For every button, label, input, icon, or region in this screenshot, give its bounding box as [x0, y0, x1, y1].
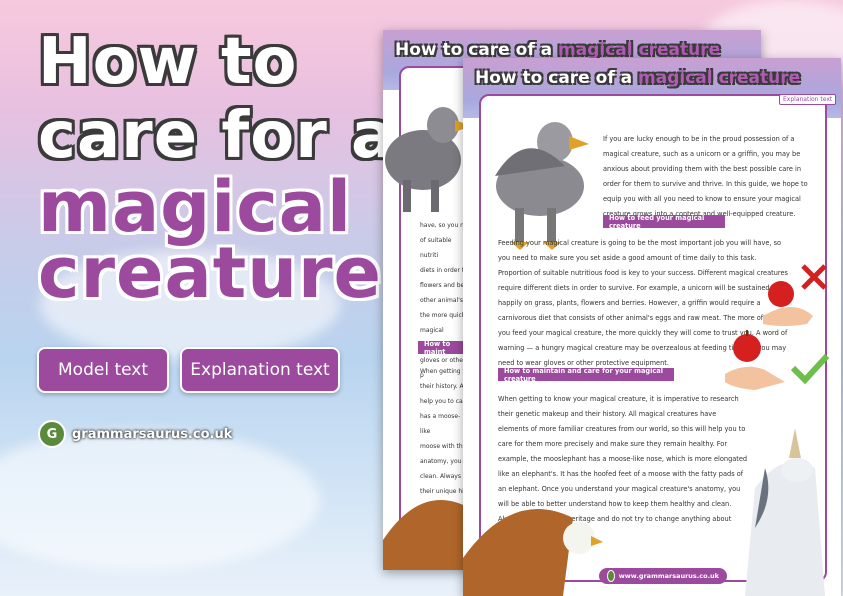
- apple-illustration: [725, 330, 785, 390]
- griffin-illustration: [495, 122, 589, 250]
- title-line-1: How to: [38, 25, 298, 99]
- grammarsaurus-site-text: grammarsaurus.co.uk: [72, 426, 233, 442]
- section-heading-maintain: How to maintain and care for your magica…: [498, 367, 674, 383]
- model-text-button[interactable]: Model text: [37, 347, 169, 393]
- intro-paragraph: If you are lucky enough to be in the pro…: [603, 135, 808, 218]
- unicorn-illustration: [745, 428, 825, 596]
- footer-url: www.grammarsaurus.co.uk: [618, 572, 719, 580]
- front-worksheet: How to care of a magical creature Explan…: [463, 58, 841, 596]
- griffin-illustration: [385, 107, 471, 212]
- front-worksheet-title-highlight: magical creature: [638, 68, 801, 88]
- cloud-decoration: [0, 430, 320, 570]
- front-worksheet-title: How to care of a magical creature: [475, 68, 800, 88]
- title-line-2: care for a: [38, 99, 396, 173]
- griffin-bottom-illustration: [463, 509, 603, 596]
- explanation-text-tag: Explanation text: [779, 94, 837, 105]
- back-worksheet-title-plain: How to care of a: [395, 40, 559, 60]
- grammarsaurus-mini-logo-icon: [607, 570, 615, 582]
- back-worksheet-title: How to care of a magical creature: [395, 40, 720, 60]
- grammarsaurus-logo-icon: G: [38, 420, 66, 448]
- section-heading-feed: How to feed your magical creature: [603, 214, 725, 230]
- grammarsaurus-logo[interactable]: G grammarsaurus.co.uk: [38, 420, 232, 448]
- explanation-text-button[interactable]: Explanation text: [180, 347, 340, 393]
- title-line-4: creature: [38, 232, 383, 314]
- back-worksheet-title-highlight: magical creature: [558, 40, 721, 60]
- footer-bar[interactable]: www.grammarsaurus.co.uk: [599, 568, 727, 584]
- front-worksheet-title-plain: How to care of a: [475, 68, 639, 88]
- griffin-wing-illustration: [383, 500, 473, 570]
